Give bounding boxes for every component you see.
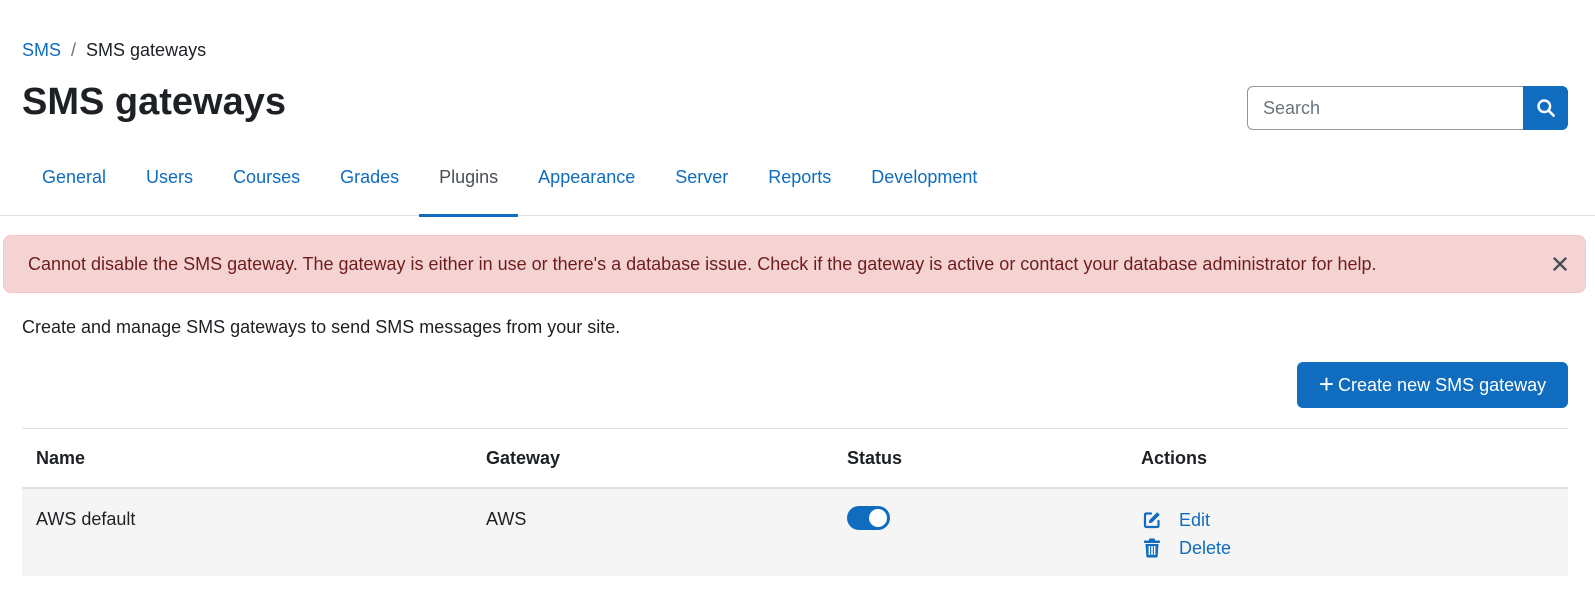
table-header: Name Gateway Status Actions <box>22 429 1568 489</box>
breadcrumb-current: SMS gateways <box>86 40 207 60</box>
tab-server[interactable]: Server <box>655 156 748 216</box>
tab-development[interactable]: Development <box>851 156 997 216</box>
error-alert: Cannot disable the SMS gateway. The gate… <box>3 235 1586 293</box>
page: SMS / SMS gateways SMS gateways General … <box>0 0 1595 601</box>
tab-grades[interactable]: Grades <box>320 156 419 216</box>
tab-courses[interactable]: Courses <box>213 156 320 216</box>
close-icon <box>1553 257 1567 271</box>
trash-icon <box>1141 538 1163 558</box>
row-actions: Edit Delete <box>1141 506 1231 562</box>
edit-label: Edit <box>1179 509 1211 530</box>
column-header-status: Status <box>847 448 903 468</box>
admin-nav: General Users Courses Grades Plugins App… <box>0 156 1595 217</box>
search-icon <box>1536 99 1555 117</box>
gateway-type: AWS <box>486 509 527 529</box>
alert-close-button[interactable] <box>1549 253 1571 275</box>
breadcrumb-separator: / <box>71 40 77 60</box>
delete-action[interactable]: Delete <box>1141 534 1231 562</box>
gateways-table: Name Gateway Status Actions AWS default … <box>22 428 1568 576</box>
search-button[interactable] <box>1523 86 1568 130</box>
create-button-label: Create new SMS gateway <box>1338 374 1547 395</box>
tab-users[interactable]: Users <box>126 156 213 216</box>
breadcrumb-link-sms[interactable]: SMS <box>22 40 61 61</box>
gateway-name: AWS default <box>36 509 136 529</box>
search-form <box>1247 86 1568 130</box>
toggle-knob <box>869 509 887 527</box>
column-header-name[interactable]: Name <box>36 429 85 487</box>
table-row: AWS default AWS Edit Delete <box>22 489 1568 576</box>
status-toggle[interactable] <box>847 506 890 530</box>
tab-general[interactable]: General <box>22 156 126 216</box>
tab-plugins[interactable]: Plugins <box>419 156 519 217</box>
tab-reports[interactable]: Reports <box>748 156 851 216</box>
search-input[interactable] <box>1247 86 1523 130</box>
delete-label: Delete <box>1179 537 1232 558</box>
tab-appearance[interactable]: Appearance <box>518 156 655 216</box>
column-header-gateway[interactable]: Gateway <box>486 429 560 487</box>
breadcrumb: SMS / SMS gateways <box>22 40 206 61</box>
create-sms-gateway-button[interactable]: + Create new SMS gateway <box>1297 362 1568 408</box>
edit-action[interactable]: Edit <box>1141 506 1231 534</box>
column-header-actions: Actions <box>1141 448 1208 468</box>
plus-icon: + <box>1318 369 1335 399</box>
edit-icon <box>1141 510 1163 530</box>
page-title: SMS gateways <box>22 81 286 123</box>
intro-text: Create and manage SMS gateways to send S… <box>22 317 621 337</box>
alert-message: Cannot disable the SMS gateway. The gate… <box>28 254 1377 274</box>
